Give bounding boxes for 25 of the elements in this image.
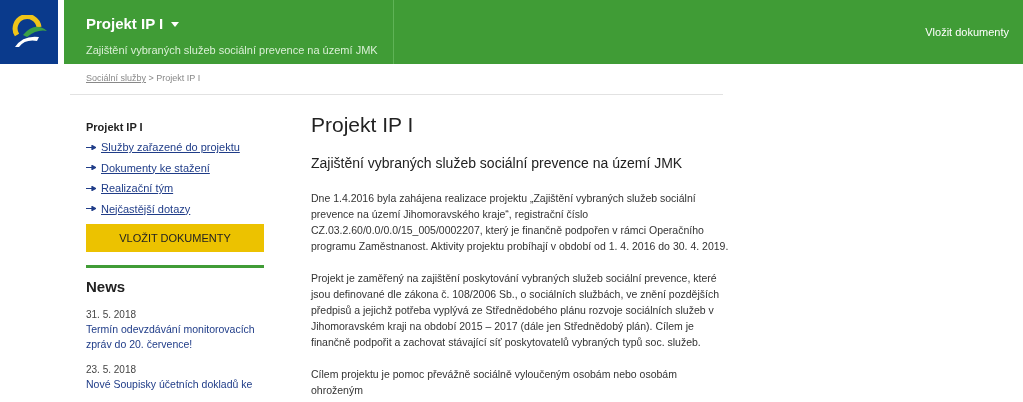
- news-link[interactable]: Nové Soupisky účetních dokladů ke: [86, 376, 264, 392]
- arrow-icon: [86, 185, 96, 191]
- news-date: 23. 5. 2018: [86, 362, 138, 377]
- caret-icon[interactable]: [171, 21, 180, 27]
- sidebar-heading: Projekt IP I: [86, 119, 144, 135]
- page-title: Projekt IP I: [311, 112, 415, 137]
- arrow-icon: [86, 144, 96, 150]
- sidebar-link[interactable]: Realizační tým: [101, 180, 174, 197]
- news-date: 31. 5. 2018: [86, 307, 138, 322]
- body-paragraph: Dne 1.4.2016 byla zahájena realizace projektu „Zajištění vybraných služeb sociální prevence na území Jihomoravského kraje“, registrační číslo CZ.03.2.60/0.0/0.0/15_005/0002207, který je finančně podpořen v rámci Operačního programu Zaměstnanost. Aktivity projektu probíhají v období od 1. 4. 2016 do 30. 4. 2019.: [311, 190, 730, 254]
- upload-button[interactable]: VLOŽIT DOKUMENTY: [86, 224, 264, 252]
- breadcrumb-separator: >: [147, 73, 155, 83]
- sidebar-link[interactable]: Dokumenty ke stažení: [101, 159, 210, 176]
- arrow-icon: [86, 206, 96, 212]
- body-paragraph: Projekt je zaměřený na zajištění poskytování vybraných služeb sociální prevence, které jsou definované dle zákona č. 108/2006 Sb., o sociálních službách, ve znění pozdějších předpisů a jejichž potřeba vyplývá ze Střednědobého plánu rozvoje sociálních služeb v Jihomoravském kraji na období 2015 – 2017 (dále jen Střednědobý plán). Cílem je finančně podpořit a zachovat stávající síť poskytovatelů vybraných typů soc. služeb.: [311, 270, 721, 350]
- arrow-icon: [86, 165, 96, 171]
- logo-tile[interactable]: [0, 0, 58, 64]
- body-paragraph: Cílem projektu je pomoc převážně sociálně vyloučeným osobám nebo osobám ohroženým: [311, 366, 678, 398]
- page-subtitle: Zajištění vybraných služeb sociální prevence na území JMK: [311, 153, 684, 173]
- project-subtitle: Zajištění vybraných služeb sociální prevence na území JMK: [86, 42, 379, 58]
- breadcrumb-link[interactable]: Sociální služby: [86, 73, 147, 83]
- news-heading: News: [86, 277, 127, 297]
- sidebar-link[interactable]: Nejčastější dotazy: [101, 200, 191, 217]
- sidebar-link[interactable]: Služby zařazené do projektu: [101, 139, 240, 156]
- news-link[interactable]: Termín odevzdávání monitorovacích zpráv do 20. července!: [86, 321, 264, 352]
